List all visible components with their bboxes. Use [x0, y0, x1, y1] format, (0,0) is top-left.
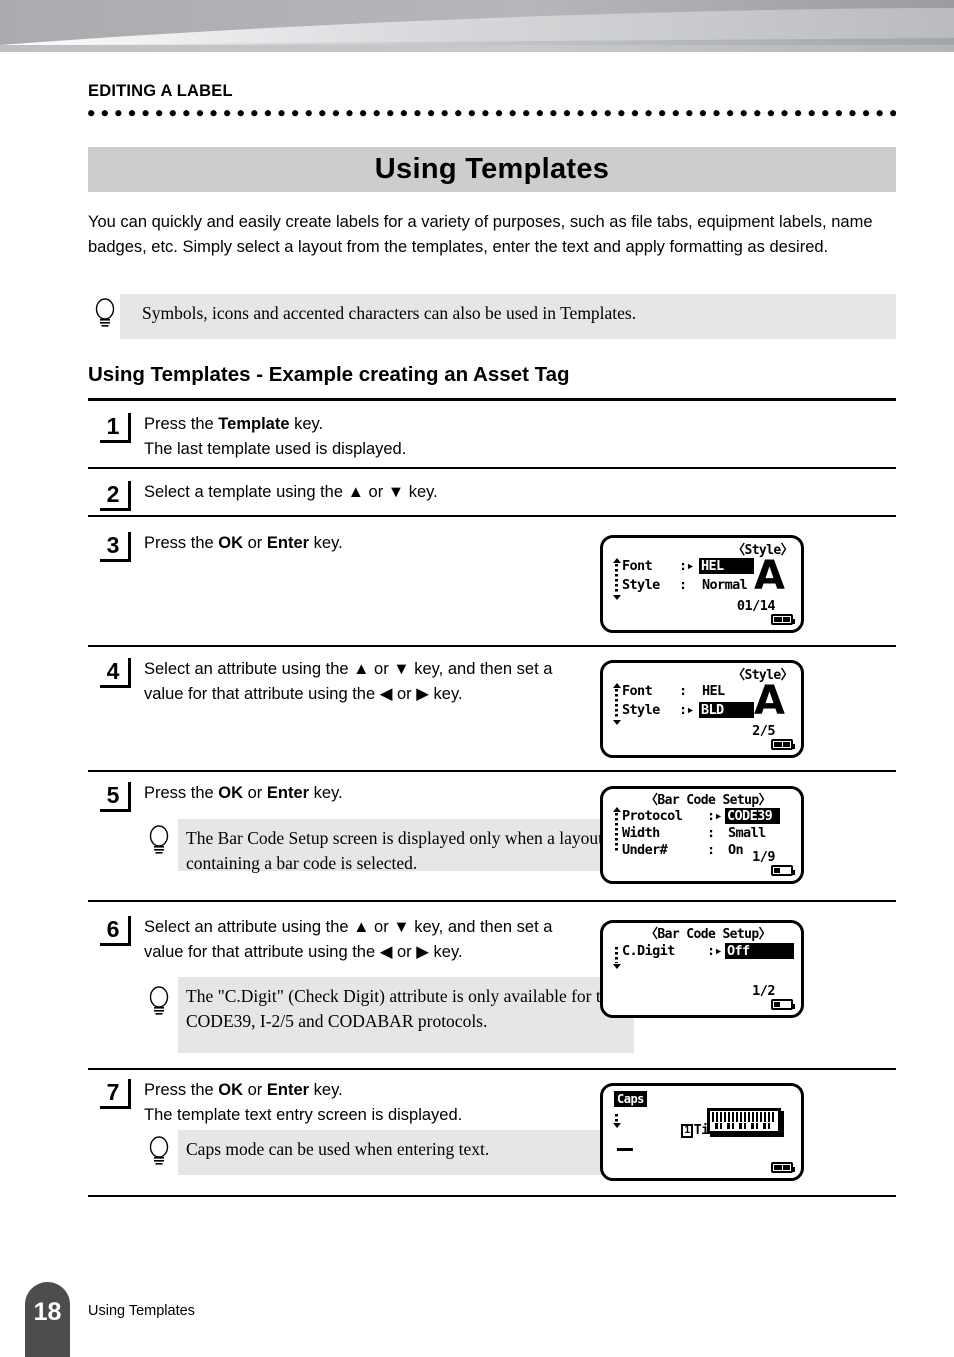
step-text-7: Press the OK or Enter key. The template …	[144, 1081, 463, 1124]
lcd-row-value-selected: Off	[725, 943, 794, 959]
tip-box-step-5: The Bar Code Setup screen is displayed o…	[178, 819, 634, 873]
page-banner	[0, 0, 954, 62]
scroll-indicator	[612, 1108, 621, 1128]
step-number-6: 6	[100, 916, 136, 952]
lcd-row-label: Font	[622, 558, 653, 574]
lcd-row-value: HEL	[702, 683, 725, 699]
tip-box-intro: Symbols, icons and accented characters c…	[120, 294, 896, 339]
lcd-title: 〈Bar Code Setup〉	[645, 927, 772, 942]
block-number: 1	[681, 1124, 693, 1138]
lcd-row-value-selected: CODE39	[725, 808, 781, 824]
step-divider	[88, 1068, 896, 1070]
lcd-page-indicator: 1/2	[752, 983, 775, 999]
lcd-row-label: C.Digit	[622, 943, 675, 959]
lcd-screen-style-font: 〈Style〉 Font :▸ HEL Style : Normal A 01/…	[600, 535, 804, 633]
lcd-row-sep: :	[679, 577, 687, 593]
lcd-row-sep: :▸	[679, 702, 695, 718]
step-number-1: 1	[100, 413, 136, 449]
tip-text: The "C.Digit" (Check Digit) attribute is…	[186, 986, 618, 1031]
step-text-6: Select an attribute using the ▲ or ▼ key…	[144, 918, 553, 961]
lcd-row-sep: :	[679, 683, 687, 699]
step-divider	[88, 645, 896, 647]
step-number-4: 4	[100, 658, 136, 694]
tip-text: Symbols, icons and accented characters c…	[142, 303, 637, 323]
battery-icon	[771, 865, 795, 876]
intro-paragraph: You can quickly and easily create labels…	[88, 213, 873, 256]
label-preview-thumbnail	[707, 1108, 781, 1134]
page-number-tab: 18	[25, 1282, 70, 1357]
page-title: Using Templates	[374, 153, 610, 185]
step-text-5: Press the OK or Enter key.	[144, 784, 343, 802]
lcd-row-sep: :	[707, 842, 715, 858]
battery-icon	[771, 999, 795, 1010]
lcd-screen-text-entry: Caps 1Title	[600, 1083, 804, 1181]
lcd-row-sep: :▸	[679, 558, 695, 574]
lcd-row-label: Under#	[622, 842, 668, 858]
scroll-indicator	[612, 941, 621, 969]
lcd-page-indicator: 2/5	[752, 723, 775, 739]
lcd-row-value: Normal	[702, 577, 748, 593]
step-number-7: 7	[100, 1079, 136, 1115]
caps-indicator: Caps	[614, 1091, 647, 1107]
scroll-indicator	[612, 683, 621, 725]
lcd-row-sep: :	[707, 825, 715, 841]
section-rule	[88, 398, 896, 401]
lcd-preview-glyph: A	[754, 678, 785, 724]
step-number-3: 3	[100, 532, 136, 568]
step-text-4: Select an attribute using the ▲ or ▼ key…	[144, 660, 553, 703]
text-cursor	[617, 1148, 633, 1151]
page-number: 18	[33, 1298, 62, 1326]
tip-text: Caps mode can be used when entering text…	[186, 1139, 490, 1159]
page-title-bar: Using Templates	[88, 147, 896, 192]
lcd-row-value-selected: HEL	[699, 558, 754, 574]
lcd-page-indicator: 01/14	[736, 598, 776, 614]
step-divider	[88, 770, 896, 772]
lightbulb-icon	[146, 984, 172, 1018]
lcd-screen-barcode-setup-2: 〈Bar Code Setup〉 C.Digit :▸ Off 1/2	[600, 920, 804, 1018]
step-divider	[88, 900, 896, 902]
lightbulb-icon	[146, 823, 172, 857]
scroll-indicator	[612, 807, 621, 857]
lcd-row-value-selected: BLD	[699, 702, 754, 718]
lcd-row-label: Width	[622, 825, 660, 841]
lcd-title: 〈Bar Code Setup〉	[645, 793, 772, 808]
dotted-divider	[88, 110, 896, 118]
lcd-preview-glyph: A	[754, 553, 785, 599]
lcd-row-label: Protocol	[622, 808, 683, 824]
step-divider	[88, 467, 896, 469]
lightbulb-icon	[146, 1134, 172, 1168]
lcd-row-label: Style	[622, 577, 660, 593]
battery-icon	[771, 614, 795, 625]
scroll-indicator	[612, 558, 621, 600]
tip-box-step-7: Caps mode can be used when entering text…	[178, 1130, 634, 1175]
lcd-row-value: Small	[728, 825, 766, 841]
lcd-page-indicator: 1/9	[752, 849, 775, 865]
tip-box-step-6: The "C.Digit" (Check Digit) attribute is…	[178, 977, 634, 1053]
lcd-row-sep: :▸	[707, 808, 723, 824]
section-heading: Using Templates - Example creating an As…	[88, 363, 570, 386]
lcd-screen-style-bold: 〈Style〉 Font : HEL Style :▸ BLD A 2/5	[600, 660, 804, 758]
lcd-row-label: Font	[622, 683, 653, 699]
chapter-heading: EDITING A LABEL	[88, 82, 233, 100]
tip-text: The Bar Code Setup screen is displayed o…	[186, 828, 603, 873]
lcd-row-value: On	[728, 842, 744, 858]
lightbulb-icon	[92, 296, 118, 330]
step-divider	[88, 515, 896, 517]
lcd-screen-barcode-setup-1: 〈Bar Code Setup〉 Protocol :▸ CODE39 Widt…	[600, 786, 804, 884]
step-number-2: 2	[100, 481, 136, 517]
step-divider	[88, 1195, 896, 1197]
step-text-2: Select a template using the ▲ or ▼ key.	[144, 483, 438, 501]
step-number-5: 5	[100, 782, 136, 818]
step-text-3: Press the OK or Enter key.	[144, 534, 343, 552]
lcd-row-label: Style	[622, 702, 660, 718]
battery-icon	[771, 739, 795, 750]
battery-icon	[771, 1162, 795, 1173]
lcd-row-sep: :▸	[707, 943, 723, 959]
step-text-1: Press the Template key. The last templat…	[144, 415, 407, 458]
footer-section-label: Using Templates	[88, 1303, 195, 1319]
